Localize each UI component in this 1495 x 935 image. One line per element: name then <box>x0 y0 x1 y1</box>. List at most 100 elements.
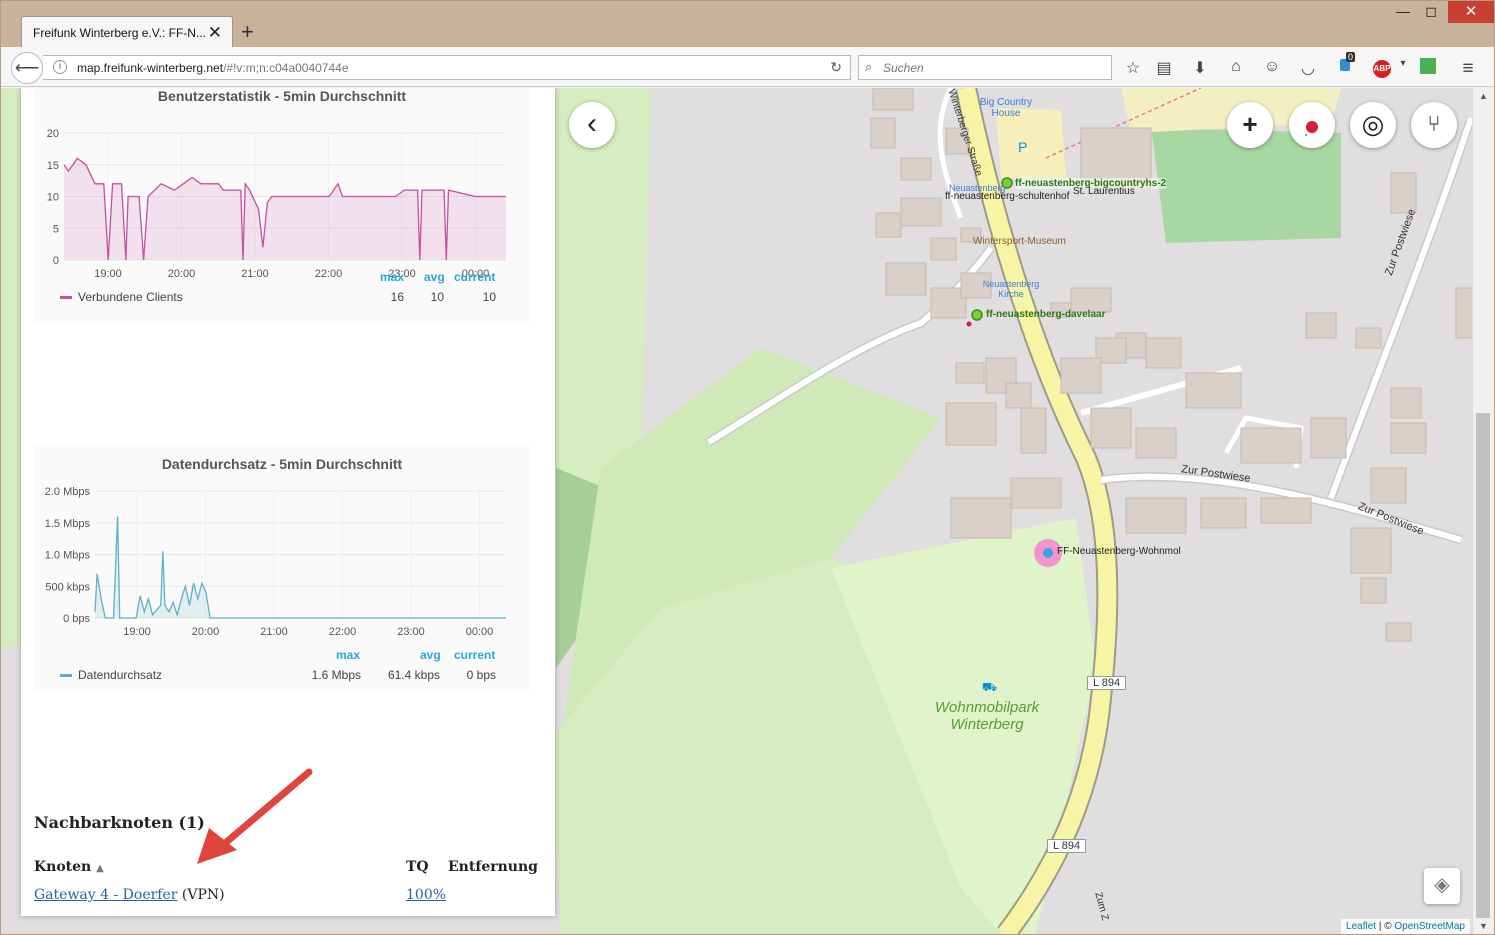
adblock-icon[interactable]: ABP <box>1371 58 1393 78</box>
x-tick-label: 19:00 <box>123 626 151 638</box>
legend-series[interactable]: Datendurchsatz <box>60 668 162 682</box>
svg-text:⛟: ⛟ <box>982 680 997 694</box>
map-label-stop: Neuastenberg <box>949 183 1006 193</box>
y-tick-label: 1.0 Mbps <box>45 550 91 562</box>
reload-icon[interactable]: ↻ <box>830 59 842 76</box>
legend-current-header: current <box>454 648 496 662</box>
legend-avg-header: avg <box>420 648 441 662</box>
y-tick-label: 0 bps <box>63 613 90 625</box>
legend-avg-header: avg <box>424 270 445 284</box>
map-label-church: St. Laurentius <box>1073 186 1135 197</box>
legend-current-value: 0 bps <box>466 668 496 682</box>
scrollbar-thumb[interactable] <box>1476 413 1490 918</box>
column-header-tq[interactable]: TQ <box>406 859 429 875</box>
svg-text:P: P <box>1018 139 1027 155</box>
client-chart: Benutzerstatistik - 5min Durchschnitt 0 5… <box>34 88 530 323</box>
tab-close-icon[interactable]: ✕ <box>208 23 222 43</box>
y-tick-label: 5 <box>53 223 59 235</box>
x-tick-label: 20:00 <box>168 268 196 278</box>
legend-series[interactable]: Verbundene Clients <box>60 290 183 304</box>
home-icon[interactable]: ⌂ <box>1225 58 1247 76</box>
client-chart-plot: 0510152019:00 20:00 21:00 22:00 23:00 00:00 <box>47 128 506 278</box>
y-tick-label: 500 kbps <box>45 581 90 593</box>
search-input[interactable]: ⌕ Suchen <box>858 55 1112 80</box>
tab-title: Freifunk Winterberg e.V.: FF-N... <box>33 26 206 40</box>
neighbour-node-link[interactable]: Gateway 4 - Doerfer <box>34 887 177 903</box>
browser-window: Freifunk Winterberg e.V.: FF-N... ✕ + — … <box>0 0 1495 935</box>
window-close-icon[interactable]: ✕ <box>1448 1 1494 23</box>
browser-tab[interactable]: Freifunk Winterberg e.V.: FF-N... ✕ <box>21 16 233 49</box>
back-button[interactable]: ⟵ <box>11 52 43 84</box>
y-tick-label: 10 <box>47 192 59 204</box>
x-tick-label: 23:00 <box>397 626 425 638</box>
search-icon: ⌕ <box>865 59 873 74</box>
y-tick-label: 1.5 Mbps <box>45 518 91 530</box>
sidebar-toggle-button[interactable]: ‹ <box>569 102 615 148</box>
neighbour-tq-link[interactable]: 100% <box>406 887 446 903</box>
chat-icon[interactable]: ☺ <box>1261 58 1283 76</box>
map-label-stop-kirche: Neuastenberg Kirche <box>982 279 1040 299</box>
x-tick-label: 20:00 <box>192 626 220 638</box>
map-label-park: Wohnmobilpark Winterberg <box>934 699 1040 733</box>
new-tab-button[interactable]: + <box>241 19 254 45</box>
neighbour-tq-cell: 100% <box>406 887 446 903</box>
scroll-up-icon[interactable]: ▲ <box>1479 91 1488 101</box>
legend-current-value: 10 <box>482 290 496 304</box>
node-label[interactable]: ff-neuastenberg-davelaar <box>986 309 1105 320</box>
column-header-distance[interactable]: Entfernung <box>448 859 538 875</box>
map-label-big-country-house: Big Country House <box>979 97 1033 119</box>
y-tick-label: 15 <box>47 160 59 172</box>
layers-icon[interactable]: ◈ <box>1424 868 1460 904</box>
page-content: P ⛟ Big Country House ff-neuastenberg-bi… <box>1 88 1494 934</box>
maximize-icon[interactable]: ◻ <box>1416 3 1446 20</box>
y-tick-label: 2.0 Mbps <box>45 486 91 498</box>
node-sidebar: Benutzerstatistik - 5min Durchschnitt 0 5… <box>21 88 555 916</box>
legend-max-header: max <box>336 648 361 662</box>
road-shield: L 894 <box>1047 839 1087 853</box>
y-tick-label: 0 <box>53 255 59 267</box>
pin-icon[interactable] <box>1289 102 1335 148</box>
legend-max-value: 16 <box>390 290 404 304</box>
series-area <box>64 158 506 260</box>
series-area <box>95 516 506 618</box>
neighbour-node-cell: Gateway 4 - Doerfer (VPN) <box>34 887 225 903</box>
fork-icon[interactable]: ⑂ <box>1411 102 1457 148</box>
node-label[interactable]: FF-Neuastenberg-Wohnmol <box>1057 546 1181 557</box>
scroll-down-icon[interactable]: ▼ <box>1479 921 1488 931</box>
annotation-arrow <box>197 768 313 864</box>
sort-asc-icon: ▲ <box>96 863 104 874</box>
url-text: map.freifunk-winterberg.net/#!v:m;n:c04a… <box>77 61 349 75</box>
dropdown-icon[interactable]: ▾ <box>1392 58 1414 69</box>
info-icon[interactable]: i <box>53 60 67 74</box>
map-label-museum: Wintersport-Museum <box>973 236 1066 247</box>
x-tick-label: 22:00 <box>329 626 357 638</box>
navigation-bar: ⟵ i map.freifunk-winterberg.net/#!v:m;n:… <box>1 47 1494 87</box>
title-bar: Freifunk Winterberg e.V.: FF-N... ✕ + — … <box>1 1 1494 49</box>
x-tick-label: 21:00 <box>241 268 269 278</box>
address-bar[interactable]: i map.freifunk-winterberg.net/#!v:m;n:c0… <box>43 55 851 80</box>
x-tick-label: 21:00 <box>260 626 288 638</box>
menu-icon[interactable]: ≡ <box>1457 58 1479 80</box>
legend-avg-value: 10 <box>430 290 444 304</box>
legend-max-header: max <box>380 270 405 284</box>
minimize-icon[interactable]: — <box>1388 3 1418 19</box>
green-extension-icon[interactable] <box>1417 58 1439 79</box>
reading-list-icon[interactable]: ▤ <box>1153 58 1175 78</box>
extension-badge-icon[interactable]: 0 <box>1334 52 1356 76</box>
legend-max-value: 1.6 Mbps <box>311 668 361 682</box>
leaflet-link[interactable]: Leaflet <box>1346 921 1376 932</box>
series-line <box>94 516 506 619</box>
road-shield: L 894 <box>1087 676 1127 690</box>
bookmark-star-icon[interactable]: ☆ <box>1122 58 1144 78</box>
page-scrollbar[interactable]: ▲ ▼ <box>1472 88 1494 934</box>
osm-link[interactable]: OpenStreetMap <box>1394 921 1465 932</box>
x-tick-label: 00:00 <box>466 626 494 638</box>
badge-count: 0 <box>1346 52 1356 62</box>
column-header-node[interactable]: Knoten ▲ <box>34 859 104 875</box>
y-tick-label: 20 <box>47 128 59 140</box>
pocket-icon[interactable]: ◡ <box>1297 58 1319 78</box>
download-icon[interactable]: ⬇ <box>1189 58 1211 78</box>
zoom-in-button[interactable]: + <box>1227 102 1273 148</box>
legend-current-header: current <box>454 270 496 284</box>
locate-button[interactable]: ◎ <box>1350 102 1396 148</box>
